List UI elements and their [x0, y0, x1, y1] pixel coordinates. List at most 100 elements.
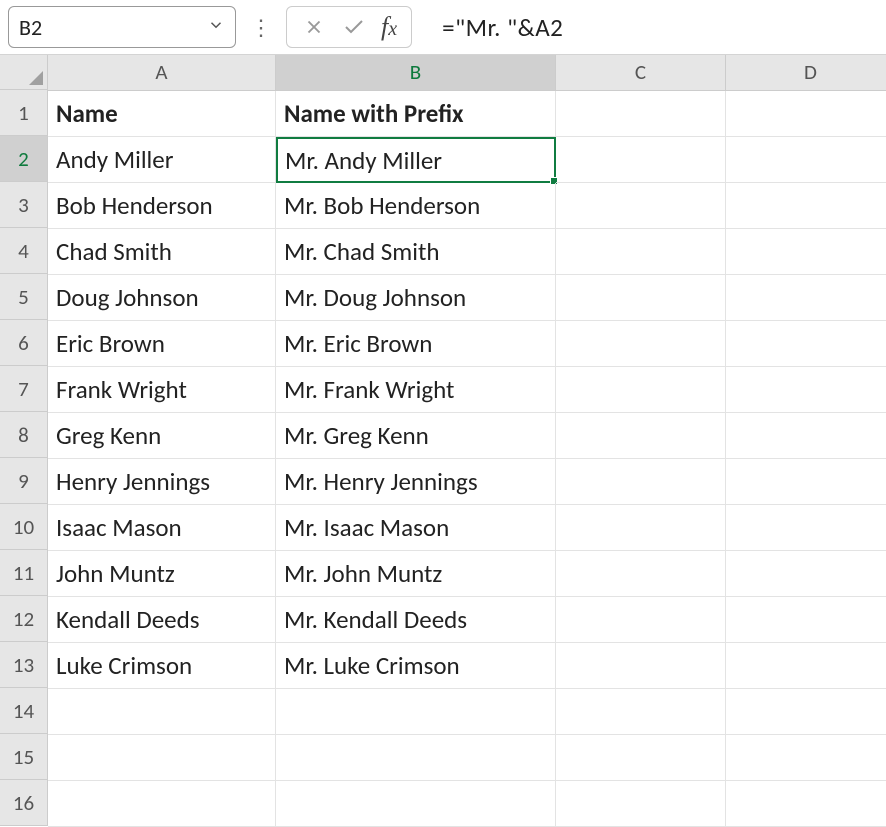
- row-head-1[interactable]: 1: [0, 90, 48, 136]
- cell-B16[interactable]: [276, 781, 556, 827]
- formula-controls: fx: [286, 6, 412, 48]
- cell-B13[interactable]: Mr. Luke Crimson: [276, 643, 556, 689]
- cell-B15[interactable]: [276, 735, 556, 781]
- cell-C15[interactable]: [556, 735, 726, 781]
- cell-B2[interactable]: Mr. Andy Miller: [276, 137, 556, 183]
- cell-D9[interactable]: [726, 459, 886, 505]
- cell-D13[interactable]: [726, 643, 886, 689]
- cell-A1[interactable]: Name: [48, 91, 276, 137]
- cell-D1[interactable]: [726, 91, 886, 137]
- cell-A8[interactable]: Greg Kenn: [48, 413, 276, 459]
- cell-C4[interactable]: [556, 229, 726, 275]
- cell-A7[interactable]: Frank Wright: [48, 367, 276, 413]
- cell-A12[interactable]: Kendall Deeds: [48, 597, 276, 643]
- chevron-down-icon[interactable]: [207, 16, 225, 39]
- column-headers: ABCD: [48, 55, 886, 91]
- cell-D10[interactable]: [726, 505, 886, 551]
- row-head-13[interactable]: 13: [0, 642, 48, 688]
- cell-B12[interactable]: Mr. Kendall Deeds: [276, 597, 556, 643]
- cell-C10[interactable]: [556, 505, 726, 551]
- cell-C9[interactable]: [556, 459, 726, 505]
- row-head-3[interactable]: 3: [0, 182, 48, 228]
- cell-B11[interactable]: Mr. John Muntz: [276, 551, 556, 597]
- cell-D14[interactable]: [726, 689, 886, 735]
- cell-D8[interactable]: [726, 413, 886, 459]
- cell-C13[interactable]: [556, 643, 726, 689]
- more-icon[interactable]: ⋮: [244, 14, 278, 41]
- cell-D2[interactable]: [726, 137, 886, 183]
- cell-C7[interactable]: [556, 367, 726, 413]
- fx-icon[interactable]: fx: [377, 12, 401, 42]
- row-head-5[interactable]: 5: [0, 274, 48, 320]
- cell-C14[interactable]: [556, 689, 726, 735]
- cell-A13[interactable]: Luke Crimson: [48, 643, 276, 689]
- row-head-15[interactable]: 15: [0, 734, 48, 780]
- cell-A9[interactable]: Henry Jennings: [48, 459, 276, 505]
- cell-D12[interactable]: [726, 597, 886, 643]
- cell-A11[interactable]: John Muntz: [48, 551, 276, 597]
- cell-C1[interactable]: [556, 91, 726, 137]
- row-head-11[interactable]: 11: [0, 550, 48, 596]
- cell-A15[interactable]: [48, 735, 276, 781]
- col-head-D[interactable]: D: [726, 55, 886, 91]
- cell-D3[interactable]: [726, 183, 886, 229]
- select-all-corner[interactable]: [0, 55, 48, 90]
- formula-input[interactable]: ="Mr. "&A2: [420, 12, 563, 43]
- row-head-10[interactable]: 10: [0, 504, 48, 550]
- table-row: [48, 781, 886, 827]
- cancel-icon[interactable]: [297, 10, 331, 44]
- cell-C2[interactable]: [556, 137, 726, 183]
- cell-B10[interactable]: Mr. Isaac Mason: [276, 505, 556, 551]
- col-head-A[interactable]: A: [48, 55, 276, 91]
- table-row: Bob HendersonMr. Bob Henderson: [48, 183, 886, 229]
- row-head-14[interactable]: 14: [0, 688, 48, 734]
- cell-B8[interactable]: Mr. Greg Kenn: [276, 413, 556, 459]
- cell-D4[interactable]: [726, 229, 886, 275]
- cell-A6[interactable]: Eric Brown: [48, 321, 276, 367]
- cell-A5[interactable]: Doug Johnson: [48, 275, 276, 321]
- cell-D7[interactable]: [726, 367, 886, 413]
- cell-B14[interactable]: [276, 689, 556, 735]
- cell-A10[interactable]: Isaac Mason: [48, 505, 276, 551]
- cell-A14[interactable]: [48, 689, 276, 735]
- cell-C5[interactable]: [556, 275, 726, 321]
- row-head-8[interactable]: 8: [0, 412, 48, 458]
- name-box[interactable]: B2: [8, 6, 236, 48]
- row-head-7[interactable]: 7: [0, 366, 48, 412]
- check-icon[interactable]: [337, 10, 371, 44]
- cell-C11[interactable]: [556, 551, 726, 597]
- cell-D6[interactable]: [726, 321, 886, 367]
- cell-A16[interactable]: [48, 781, 276, 827]
- table-row: Isaac MasonMr. Isaac Mason: [48, 505, 886, 551]
- cell-B1[interactable]: Name with Prefix: [276, 91, 556, 137]
- table-row: Frank WrightMr. Frank Wright: [48, 367, 886, 413]
- cell-C8[interactable]: [556, 413, 726, 459]
- row-head-4[interactable]: 4: [0, 228, 48, 274]
- cell-A2[interactable]: Andy Miller: [48, 137, 276, 183]
- cell-B5[interactable]: Mr. Doug Johnson: [276, 275, 556, 321]
- cell-A3[interactable]: Bob Henderson: [48, 183, 276, 229]
- col-head-B[interactable]: B: [276, 55, 556, 91]
- cell-B6[interactable]: Mr. Eric Brown: [276, 321, 556, 367]
- row-head-16[interactable]: 16: [0, 780, 48, 826]
- cell-C16[interactable]: [556, 781, 726, 827]
- cell-B3[interactable]: Mr. Bob Henderson: [276, 183, 556, 229]
- cell-C12[interactable]: [556, 597, 726, 643]
- cell-B9[interactable]: Mr. Henry Jennings: [276, 459, 556, 505]
- cell-D16[interactable]: [726, 781, 886, 827]
- row-head-9[interactable]: 9: [0, 458, 48, 504]
- row-head-2[interactable]: 2: [0, 136, 48, 182]
- cell-D15[interactable]: [726, 735, 886, 781]
- cell-C3[interactable]: [556, 183, 726, 229]
- table-row: NameName with Prefix: [48, 91, 886, 137]
- cell-C6[interactable]: [556, 321, 726, 367]
- table-row: Luke CrimsonMr. Luke Crimson: [48, 643, 886, 689]
- cell-B7[interactable]: Mr. Frank Wright: [276, 367, 556, 413]
- cell-D11[interactable]: [726, 551, 886, 597]
- cell-D5[interactable]: [726, 275, 886, 321]
- row-head-12[interactable]: 12: [0, 596, 48, 642]
- cell-B4[interactable]: Mr. Chad Smith: [276, 229, 556, 275]
- row-head-6[interactable]: 6: [0, 320, 48, 366]
- col-head-C[interactable]: C: [556, 55, 726, 91]
- cell-A4[interactable]: Chad Smith: [48, 229, 276, 275]
